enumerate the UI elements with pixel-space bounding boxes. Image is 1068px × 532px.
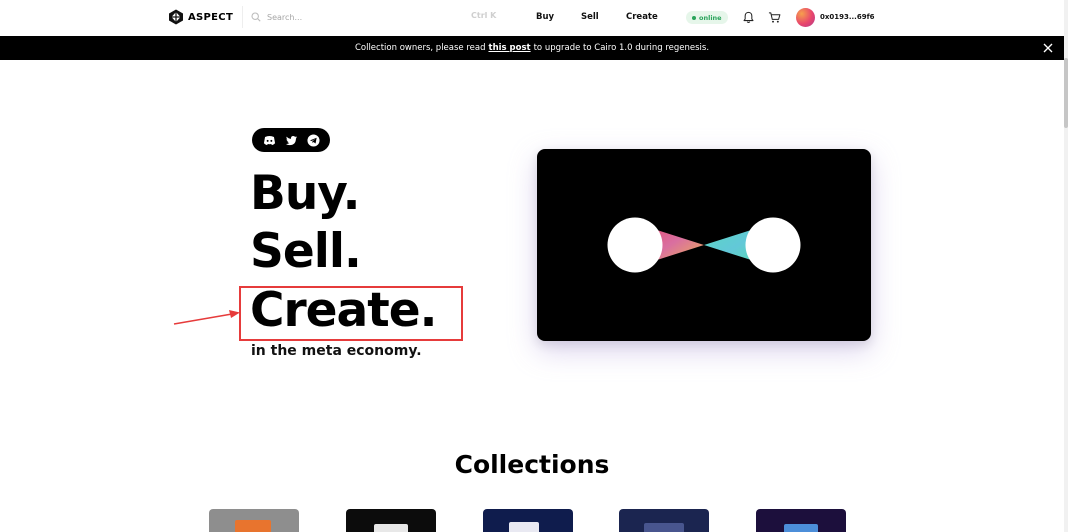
nav-link-create[interactable]: Create — [626, 12, 658, 22]
network-status-badge: online — [686, 11, 728, 24]
collections-heading: Collections — [454, 450, 610, 479]
aspect-logo-icon — [169, 9, 183, 25]
hero-artwork-card — [537, 149, 871, 341]
top-nav: ASPECT Ctrl K Buy Sell Create online 0x0… — [0, 0, 1064, 36]
collection-thumbnail[interactable] — [483, 509, 573, 532]
banner-text-before: Collection owners, please read — [354, 43, 486, 53]
brand-logo[interactable]: ASPECT — [168, 9, 233, 25]
status-label: online — [699, 13, 722, 22]
cart-icon[interactable] — [768, 11, 781, 24]
bell-icon[interactable] — [742, 11, 755, 24]
collection-thumbnail[interactable] — [619, 509, 709, 532]
collection-thumbnail-art — [374, 524, 408, 532]
collection-thumbnail[interactable] — [346, 509, 436, 532]
collection-thumbnail-art — [644, 523, 684, 532]
search-icon — [251, 12, 261, 22]
annotation-highlight-box — [239, 286, 463, 341]
nav-link-sell[interactable]: Sell — [581, 12, 599, 22]
search-bar[interactable]: Ctrl K — [242, 6, 510, 28]
telegram-icon[interactable] — [306, 133, 320, 147]
infinity-logo-icon — [607, 217, 801, 273]
close-icon[interactable] — [1042, 42, 1054, 54]
collection-thumbnail-art — [509, 522, 539, 532]
search-input[interactable] — [267, 12, 457, 22]
collection-thumbnail[interactable] — [209, 509, 299, 532]
scrollbar-thumb[interactable] — [1064, 58, 1068, 128]
page-scrollbar[interactable] — [1064, 0, 1068, 532]
avatar[interactable] — [796, 8, 815, 27]
banner-text-after: to upgrade to Cairo 1.0 during regenesis… — [533, 43, 710, 53]
search-shortcut: Ctrl K — [471, 11, 497, 20]
brand-name: ASPECT — [188, 11, 234, 23]
hero-subtitle: in the meta economy. — [251, 343, 422, 359]
collection-thumbnail[interactable] — [756, 509, 846, 532]
social-links — [252, 128, 330, 152]
hero-heading-sell: Sell. — [250, 224, 362, 279]
hero-heading-buy: Buy. — [250, 166, 360, 221]
collection-thumbnail-art — [784, 524, 818, 532]
twitter-icon[interactable] — [285, 134, 298, 147]
announcement-banner: Collection owners, please read this post… — [0, 36, 1064, 60]
wallet-address[interactable]: 0x0193...69f6 — [820, 13, 875, 21]
status-dot — [692, 15, 696, 20]
annotation-arrow-icon — [173, 310, 240, 325]
nav-link-buy[interactable]: Buy — [536, 12, 554, 22]
discord-icon[interactable] — [263, 134, 276, 147]
collection-thumbnail-art — [235, 520, 271, 532]
banner-link[interactable]: this post — [489, 43, 531, 53]
